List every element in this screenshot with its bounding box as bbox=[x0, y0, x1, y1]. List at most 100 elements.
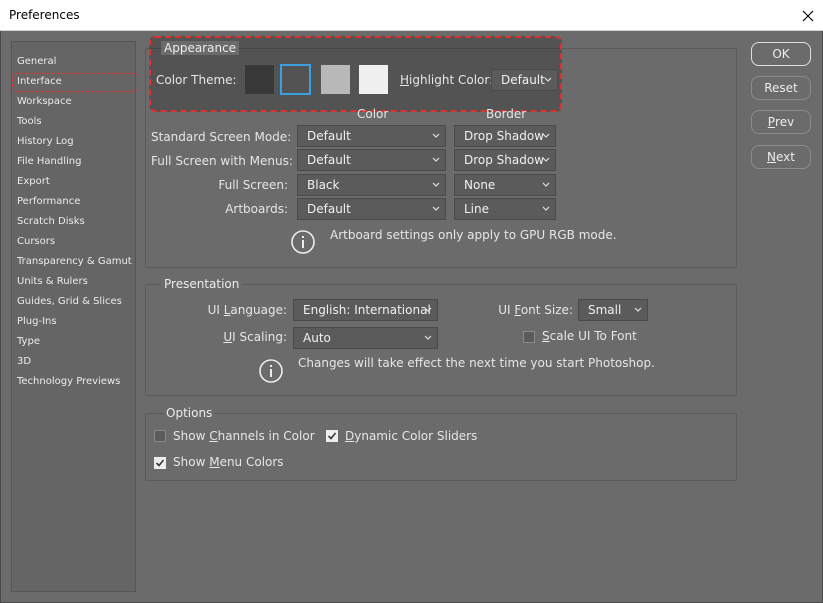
artboards-label: Artboards: bbox=[225, 202, 288, 216]
sidebar-item-workspace[interactable]: Workspace bbox=[17, 96, 72, 107]
scale-ui-to-font-label: Scale UI To Font bbox=[542, 329, 637, 343]
close-button[interactable] bbox=[793, 0, 823, 31]
checkmark-icon bbox=[155, 459, 165, 467]
chevron-down-icon bbox=[542, 182, 550, 187]
column-header-border: Border bbox=[486, 107, 527, 121]
prev-button-label-rest: rev bbox=[775, 115, 795, 129]
artboards-color-select[interactable]: Default bbox=[297, 198, 446, 220]
full-screen-menus-label: Full Screen with Menus: bbox=[151, 154, 293, 168]
options-title: Options bbox=[163, 406, 216, 420]
ui-font-size-label: UI Font Size: bbox=[498, 303, 573, 317]
full-screen-menus-color-select[interactable]: Default bbox=[297, 149, 446, 171]
show-channels-checkbox[interactable] bbox=[154, 430, 166, 442]
full-screen-border-select[interactable]: None bbox=[454, 174, 556, 196]
ui-font-size-label-rest: ont Size: bbox=[520, 303, 573, 317]
dynamic-color-sliders-label: Dynamic Color Sliders bbox=[345, 429, 478, 443]
info-icon bbox=[291, 230, 315, 254]
sidebar: General Interface Workspace Tools Histor… bbox=[11, 41, 138, 592]
dynamic-color-sliders-label-rest: ynamic Color Sliders bbox=[354, 429, 478, 443]
sidebar-item-tools[interactable]: Tools bbox=[17, 116, 42, 127]
dialog-body: General Interface Workspace Tools Histor… bbox=[0, 31, 823, 603]
full-screen-border-value: None bbox=[464, 178, 496, 192]
ui-scaling-select[interactable]: Auto bbox=[293, 327, 438, 349]
sidebar-item-general[interactable]: General bbox=[17, 56, 56, 67]
dynamic-color-sliders-checkbox[interactable] bbox=[326, 430, 338, 442]
full-screen-menus-border-select[interactable]: Drop Shadow bbox=[454, 149, 556, 171]
ok-button[interactable]: OK bbox=[751, 42, 811, 66]
full-screen-menus-color-value: Default bbox=[307, 153, 351, 167]
chevron-down-icon bbox=[432, 182, 440, 187]
show-menu-colors-label-rest: enu Colors bbox=[219, 455, 284, 469]
sidebar-item-3d[interactable]: 3D bbox=[17, 356, 31, 367]
ui-language-label-rest: anguage: bbox=[230, 303, 287, 317]
ui-language-select[interactable]: English: International bbox=[293, 299, 438, 321]
window-title: Preferences bbox=[9, 8, 80, 22]
checkmark-icon bbox=[327, 432, 337, 440]
theme-swatch-darkest[interactable] bbox=[244, 64, 275, 95]
scale-ui-to-font-checkbox[interactable] bbox=[523, 331, 535, 343]
sidebar-item-export[interactable]: Export bbox=[17, 176, 50, 187]
ui-scaling-label-rest: I Scaling: bbox=[232, 330, 287, 344]
sidebar-item-file-handling[interactable]: File Handling bbox=[17, 156, 82, 167]
artboards-border-select[interactable]: Line bbox=[454, 198, 556, 220]
full-screen-color-select[interactable]: Black bbox=[297, 174, 446, 196]
prev-button[interactable]: Prev bbox=[751, 110, 811, 134]
chevron-down-icon bbox=[424, 307, 432, 312]
sidebar-item-scratch-disks[interactable]: Scratch Disks bbox=[17, 216, 85, 227]
next-button-label-rest: ext bbox=[776, 150, 795, 164]
chevron-down-icon bbox=[542, 133, 550, 138]
chevron-down-icon bbox=[424, 335, 432, 340]
highlight-color-select[interactable]: Default bbox=[491, 69, 558, 91]
chevron-down-icon bbox=[542, 206, 550, 211]
chevron-down-icon bbox=[432, 157, 440, 162]
highlight-color-value: Default bbox=[501, 73, 545, 87]
color-theme-label: Color Theme: bbox=[156, 73, 237, 87]
ui-scaling-value: Auto bbox=[303, 331, 331, 345]
show-channels-label-rest: hannels in Color bbox=[217, 429, 315, 443]
sidebar-item-history-log[interactable]: History Log bbox=[17, 136, 74, 147]
scale-ui-to-font-label-rest: cale UI To Font bbox=[549, 329, 637, 343]
standard-screen-mode-border-value: Drop Shadow bbox=[464, 129, 545, 143]
column-header-color: Color bbox=[357, 107, 389, 121]
ui-scaling-label: UI Scaling: bbox=[223, 330, 287, 344]
standard-screen-mode-color-value: Default bbox=[307, 129, 351, 143]
sidebar-item-plug-ins[interactable]: Plug-Ins bbox=[17, 316, 57, 327]
ui-language-label: UI Language: bbox=[207, 303, 287, 317]
title-bar: Preferences bbox=[0, 0, 823, 31]
full-screen-menus-border-value: Drop Shadow bbox=[464, 153, 545, 167]
presentation-title: Presentation bbox=[161, 277, 243, 291]
highlight-color-label: Highlight Color: bbox=[400, 73, 494, 87]
chevron-down-icon bbox=[432, 206, 440, 211]
theme-swatch-light[interactable] bbox=[320, 64, 351, 95]
show-menu-colors-checkbox[interactable] bbox=[154, 457, 166, 469]
ui-language-value: English: International bbox=[303, 303, 431, 317]
highlight-color-label-rest: ighlight Color: bbox=[409, 73, 494, 87]
chevron-down-icon bbox=[634, 307, 642, 312]
sidebar-item-type[interactable]: Type bbox=[17, 336, 40, 347]
reset-button[interactable]: Reset bbox=[751, 76, 811, 100]
show-menu-colors-label: Show Menu Colors bbox=[173, 455, 284, 469]
standard-screen-mode-color-select[interactable]: Default bbox=[297, 125, 446, 147]
next-button[interactable]: Next bbox=[751, 145, 811, 169]
sidebar-item-units-rulers[interactable]: Units & Rulers bbox=[17, 276, 88, 287]
ui-font-size-value: Small bbox=[588, 303, 622, 317]
sidebar-item-performance[interactable]: Performance bbox=[17, 196, 80, 207]
sidebar-item-cursors[interactable]: Cursors bbox=[17, 236, 55, 247]
theme-swatch-dark[interactable] bbox=[280, 64, 311, 95]
options-group bbox=[145, 413, 737, 481]
theme-swatch-lightest[interactable] bbox=[358, 64, 389, 95]
sidebar-item-guides-grid[interactable]: Guides, Grid & Slices bbox=[17, 296, 122, 307]
appearance-title: Appearance bbox=[161, 41, 240, 55]
show-channels-label: Show Channels in Color bbox=[173, 429, 315, 443]
standard-screen-mode-border-select[interactable]: Drop Shadow bbox=[454, 125, 556, 147]
standard-screen-mode-label: Standard Screen Mode: bbox=[151, 130, 292, 144]
sidebar-item-transparency[interactable]: Transparency & Gamut bbox=[17, 256, 132, 267]
sidebar-item-interface[interactable]: Interface bbox=[17, 76, 62, 87]
ui-font-size-select[interactable]: Small bbox=[578, 299, 648, 321]
chevron-down-icon bbox=[542, 157, 550, 162]
chevron-down-icon bbox=[432, 133, 440, 138]
sidebar-item-technology-previews[interactable]: Technology Previews bbox=[17, 376, 120, 387]
chevron-down-icon bbox=[544, 77, 552, 82]
info-icon bbox=[259, 359, 283, 383]
artboards-color-value: Default bbox=[307, 202, 351, 216]
